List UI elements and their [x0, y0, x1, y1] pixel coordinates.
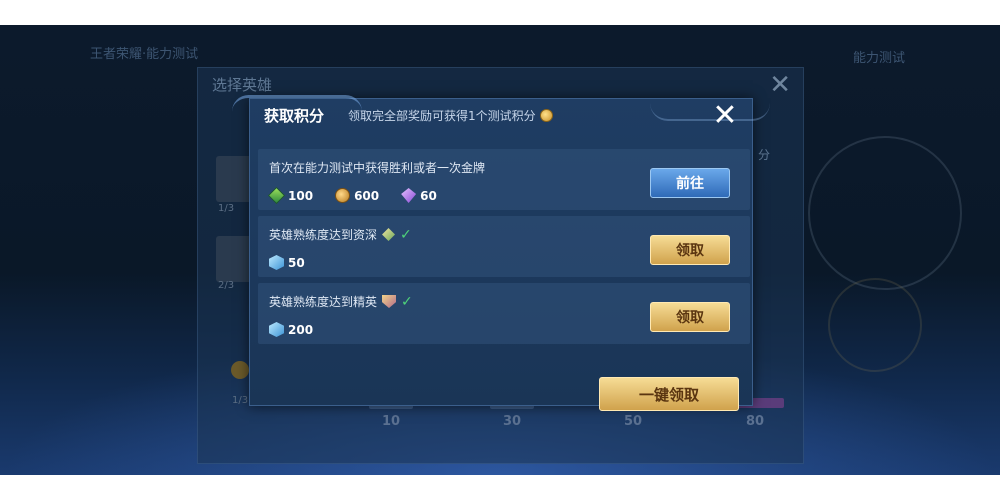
background-close-icon: ✕: [769, 70, 791, 100]
task-description: 英雄熟练度达到资深 ✓: [269, 226, 412, 243]
reward-item: 200: [269, 322, 313, 337]
claim-all-button[interactable]: 一键领取: [599, 377, 739, 411]
reward-item: 100: [268, 187, 314, 204]
background-coin-icon: [231, 361, 249, 379]
green-crystal-icon: [268, 187, 285, 204]
background-milestone: 30: [502, 414, 522, 429]
background-hero-emblem: [808, 136, 962, 290]
reward-amount: 600: [354, 188, 380, 203]
claim-button[interactable]: 领取: [650, 302, 730, 332]
background-hero-avatar: [216, 156, 252, 202]
dialog-title: 获取积分: [264, 107, 325, 125]
task-row: 英雄熟练度达到精英 ✓ 200 领取: [258, 283, 750, 344]
get-points-dialog: 获取积分 领取完全部奖励可获得1个测试积分 ✕ 首次在能力测试中获得胜利或者一次…: [232, 95, 770, 411]
completed-check-icon: ✓: [401, 293, 413, 310]
reward-amount: 200: [288, 322, 314, 337]
test-point-coin-icon: [539, 109, 553, 122]
background-hero-avatar: [216, 236, 252, 282]
background-top-right: 能力测试: [852, 51, 905, 66]
background-milestone: 50: [623, 414, 643, 429]
reward-list: 100 600 60: [268, 187, 437, 204]
purple-gem-icon: [401, 188, 417, 203]
gold-coin-icon: [335, 188, 351, 203]
reward-list: 50: [269, 255, 305, 270]
reward-amount: 50: [288, 255, 305, 270]
completed-check-icon: ✓: [400, 226, 412, 243]
claim-button[interactable]: 领取: [650, 235, 730, 265]
task-text: 英雄熟练度达到资深: [269, 228, 378, 242]
blue-crystal-icon: [269, 255, 284, 270]
task-text: 英雄熟练度达到精英: [269, 295, 378, 309]
task-description: 英雄熟练度达到精英 ✓: [269, 293, 413, 310]
background-milestone: 10: [381, 414, 401, 429]
task-description: 首次在能力测试中获得胜利或者一次金牌: [269, 159, 485, 176]
task-row: 首次在能力测试中获得胜利或者一次金牌 100 600 60 前往: [258, 149, 750, 210]
proficiency-badge-icon: [382, 228, 396, 241]
game-screen: 王者荣耀·能力测试 能力测试 选择英雄 ✕ 1/3 2/3 1/3 分 10 3…: [0, 25, 1000, 475]
dialog-subtitle-text: 领取完全部奖励可获得1个测试积分: [348, 109, 536, 123]
blue-crystal-icon: [269, 322, 284, 337]
elite-badge-icon: [382, 295, 397, 308]
background-rank-emblem: [828, 278, 922, 372]
go-button[interactable]: 前往: [650, 168, 730, 198]
background-milestone: 80: [745, 414, 765, 429]
reward-item: 600: [335, 188, 379, 203]
dialog-subtitle: 领取完全部奖励可获得1个测试积分: [348, 107, 553, 124]
background-hero-fraction: 2/3: [218, 280, 235, 291]
reward-list: 200: [269, 322, 313, 337]
task-row: 英雄熟练度达到资深 ✓ 50 领取: [258, 216, 750, 277]
reward-item: 60: [401, 188, 437, 203]
reward-item: 50: [269, 255, 305, 270]
background-right-fragment: 分: [758, 148, 771, 162]
background-top-nav: 王者荣耀·能力测试: [90, 47, 199, 62]
background-bottom-fraction: 1/3: [232, 395, 249, 406]
reward-amount: 100: [288, 188, 314, 203]
background-hero-fraction: 1/3: [218, 203, 235, 214]
reward-amount: 60: [420, 188, 437, 203]
background-panel-title: 选择英雄: [212, 76, 273, 94]
task-text: 首次在能力测试中获得胜利或者一次金牌: [269, 161, 486, 175]
close-icon[interactable]: ✕: [710, 101, 740, 131]
